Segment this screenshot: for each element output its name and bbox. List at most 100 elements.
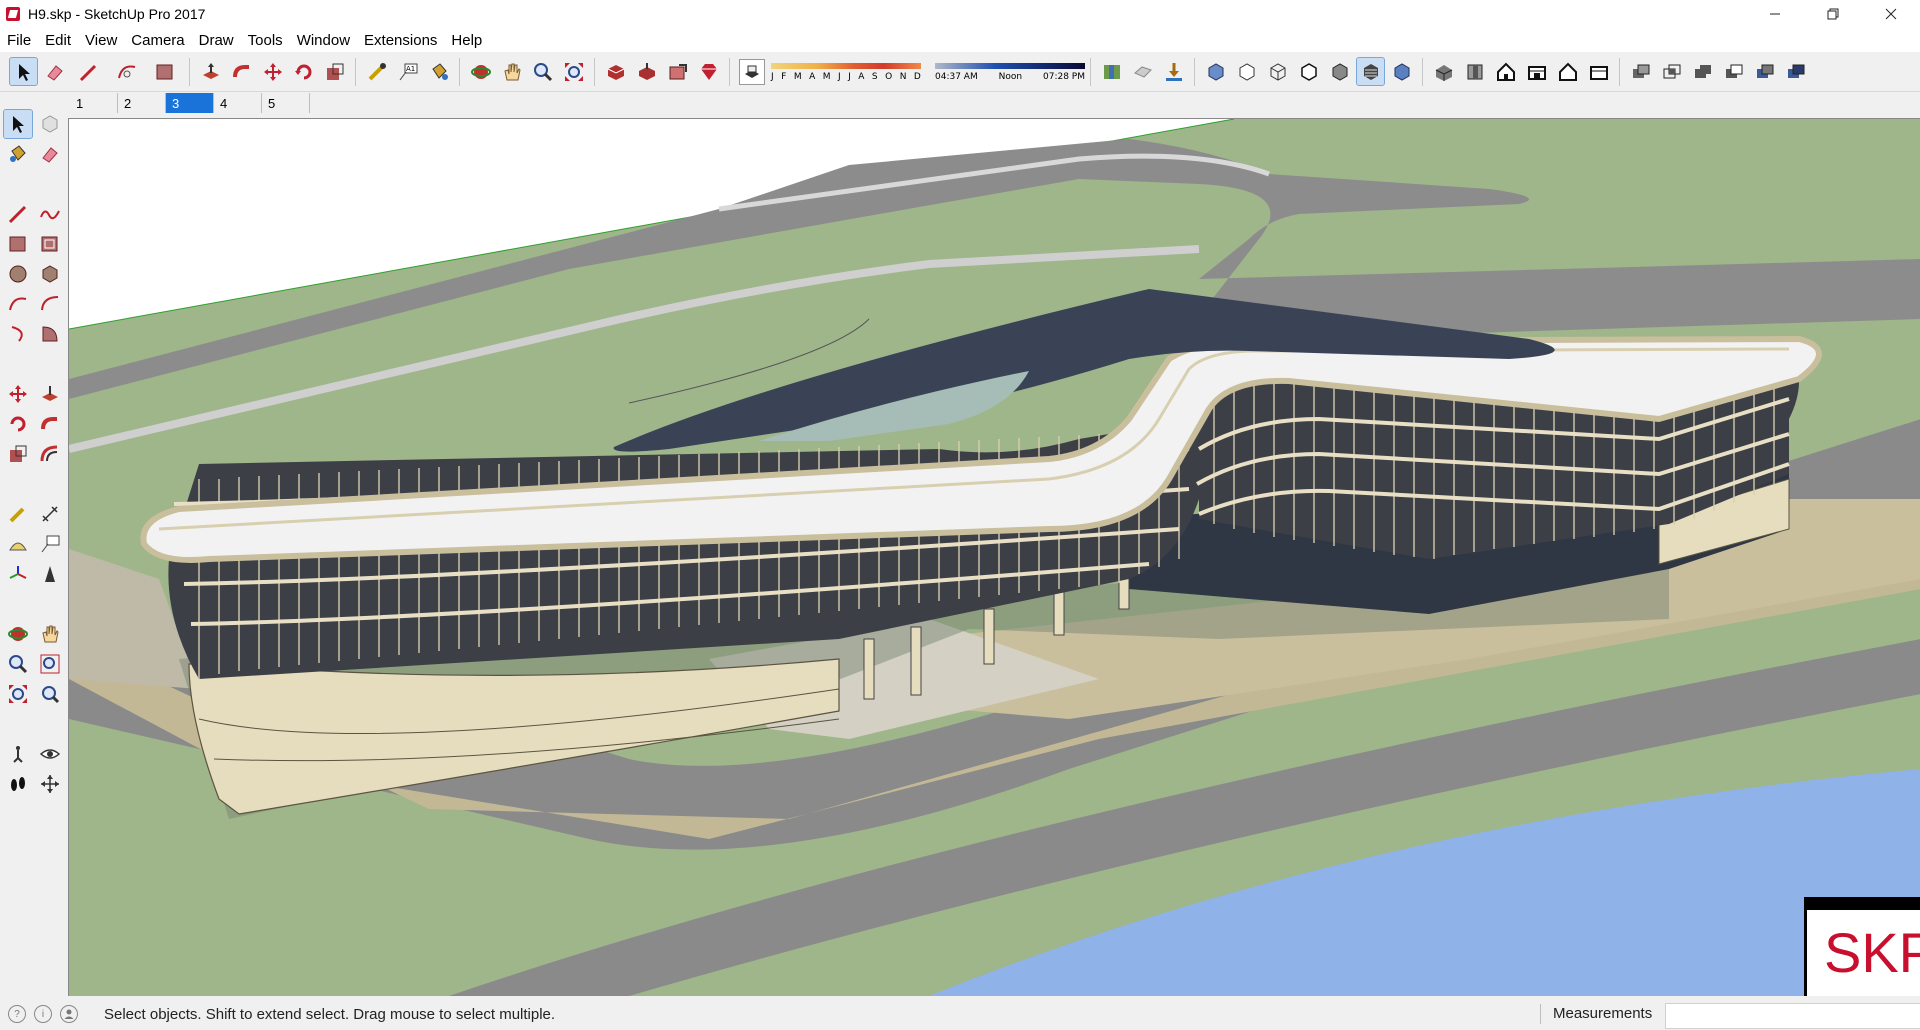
zoom-tool[interactable] bbox=[4, 650, 32, 678]
zoom-extents-tool[interactable] bbox=[4, 680, 32, 708]
scene-tab-2[interactable]: 2 bbox=[118, 93, 166, 113]
style-wireframe-button[interactable] bbox=[1264, 58, 1291, 85]
scale-tool-button[interactable] bbox=[321, 58, 348, 85]
make-component-tool[interactable] bbox=[36, 110, 64, 138]
user-account-icon[interactable] bbox=[60, 1005, 78, 1023]
scene-tab-4[interactable]: 4 bbox=[214, 93, 262, 113]
menu-window[interactable]: Window bbox=[290, 32, 357, 49]
time-slider-track[interactable] bbox=[935, 62, 1085, 69]
orbit-button[interactable] bbox=[467, 58, 494, 85]
menu-view[interactable]: View bbox=[78, 32, 124, 49]
share-component-button[interactable] bbox=[664, 58, 691, 85]
text-tool[interactable] bbox=[36, 530, 64, 558]
circle-tool[interactable] bbox=[4, 260, 32, 288]
style-back-edges-button[interactable] bbox=[1233, 58, 1260, 85]
section-plane-tool[interactable] bbox=[36, 770, 64, 798]
two-point-arc-tool[interactable] bbox=[36, 290, 64, 318]
terrain-button[interactable] bbox=[1160, 58, 1187, 85]
rectangle-tool[interactable] bbox=[4, 230, 32, 258]
view-left-button[interactable] bbox=[1585, 58, 1612, 85]
scene-tab-5[interactable]: 5 bbox=[262, 93, 310, 113]
pie-tool[interactable] bbox=[36, 320, 64, 348]
line-tool[interactable] bbox=[4, 200, 32, 228]
protractor-tool[interactable] bbox=[4, 530, 32, 558]
menu-edit[interactable]: Edit bbox=[38, 32, 78, 49]
eraser-tool-button[interactable] bbox=[41, 58, 68, 85]
menu-file[interactable]: File bbox=[0, 32, 38, 49]
shadow-toggle-button[interactable] bbox=[739, 58, 765, 85]
split-button[interactable] bbox=[1782, 58, 1809, 85]
line-tool-button[interactable] bbox=[72, 58, 106, 85]
location-button[interactable] bbox=[1098, 58, 1125, 85]
offset-tool[interactable] bbox=[36, 440, 64, 468]
menu-extensions[interactable]: Extensions bbox=[357, 32, 444, 49]
geo-status-icon[interactable]: ? bbox=[8, 1005, 26, 1023]
rotate-tool-button[interactable] bbox=[290, 58, 317, 85]
view-front-button[interactable] bbox=[1492, 58, 1519, 85]
subtract-button[interactable] bbox=[1720, 58, 1747, 85]
intersect-button[interactable] bbox=[1658, 58, 1685, 85]
scale-tool[interactable] bbox=[4, 440, 32, 468]
arc-tool[interactable] bbox=[4, 290, 32, 318]
tape-measure-tool[interactable] bbox=[4, 500, 32, 528]
pan-tool[interactable] bbox=[36, 620, 64, 648]
arc-tool-button[interactable] bbox=[110, 58, 144, 85]
position-camera-tool[interactable] bbox=[4, 740, 32, 768]
text-tool-button[interactable]: A1 bbox=[394, 58, 421, 85]
extension-warehouse-button[interactable] bbox=[695, 58, 722, 85]
add-location-button[interactable] bbox=[1129, 58, 1156, 85]
month-slider[interactable]: J F M A M J J A S O N D bbox=[771, 58, 921, 86]
select-tool[interactable] bbox=[3, 109, 33, 139]
rectangle-tool-button[interactable] bbox=[148, 58, 182, 85]
paint-bucket-tool[interactable] bbox=[4, 140, 32, 168]
push-pull-button[interactable] bbox=[197, 58, 224, 85]
time-slider[interactable]: 04:37 AM Noon 07:28 PM bbox=[935, 58, 1085, 86]
view-iso-button[interactable] bbox=[1430, 58, 1457, 85]
warehouse-button[interactable] bbox=[602, 58, 629, 85]
close-button[interactable] bbox=[1862, 0, 1920, 28]
axes-tool[interactable] bbox=[4, 560, 32, 588]
view-top-button[interactable] bbox=[1461, 58, 1488, 85]
month-slider-track[interactable] bbox=[771, 62, 921, 69]
style-hidden-line-button[interactable] bbox=[1295, 58, 1322, 85]
menu-camera[interactable]: Camera bbox=[124, 32, 191, 49]
minimize-button[interactable] bbox=[1746, 0, 1804, 28]
polygon-tool[interactable] bbox=[36, 260, 64, 288]
zoom-window-tool[interactable] bbox=[36, 650, 64, 678]
menu-draw[interactable]: Draw bbox=[192, 32, 241, 49]
rotated-rectangle-tool[interactable] bbox=[36, 230, 64, 258]
credits-icon[interactable]: i bbox=[34, 1005, 52, 1023]
zoom-extents-button[interactable] bbox=[560, 58, 587, 85]
view-right-button[interactable] bbox=[1523, 58, 1550, 85]
measurements-input[interactable] bbox=[1665, 1003, 1920, 1029]
style-shaded-button[interactable] bbox=[1326, 58, 1353, 85]
style-xray-button[interactable] bbox=[1202, 58, 1229, 85]
previous-view-tool[interactable] bbox=[36, 680, 64, 708]
look-around-tool[interactable] bbox=[36, 740, 64, 768]
pan-button[interactable] bbox=[498, 58, 525, 85]
3d-text-tool[interactable] bbox=[36, 560, 64, 588]
orbit-tool[interactable] bbox=[4, 620, 32, 648]
freehand-tool[interactable] bbox=[36, 200, 64, 228]
move-tool[interactable] bbox=[4, 380, 32, 408]
follow-me-button[interactable] bbox=[228, 58, 255, 85]
eraser-tool[interactable] bbox=[36, 140, 64, 168]
tape-measure-button[interactable] bbox=[363, 58, 390, 85]
scene-tab-3[interactable]: 3 bbox=[166, 93, 214, 113]
restore-button[interactable] bbox=[1804, 0, 1862, 28]
style-shaded-textures-button[interactable] bbox=[1356, 57, 1385, 86]
outer-shell-button[interactable] bbox=[1627, 58, 1654, 85]
model-viewport[interactable]: SKP bbox=[68, 118, 1920, 996]
scene-tab-1[interactable]: 1 bbox=[70, 93, 118, 113]
push-pull-tool[interactable] bbox=[36, 380, 64, 408]
dimension-tool[interactable] bbox=[36, 500, 64, 528]
walk-tool[interactable] bbox=[4, 770, 32, 798]
zoom-button[interactable] bbox=[529, 58, 556, 85]
union-button[interactable] bbox=[1689, 58, 1716, 85]
menu-help[interactable]: Help bbox=[444, 32, 489, 49]
rotate-tool[interactable] bbox=[4, 410, 32, 438]
style-monochrome-button[interactable] bbox=[1388, 58, 1415, 85]
menu-tools[interactable]: Tools bbox=[241, 32, 290, 49]
three-point-arc-tool[interactable] bbox=[4, 320, 32, 348]
move-tool-button[interactable] bbox=[259, 58, 286, 85]
